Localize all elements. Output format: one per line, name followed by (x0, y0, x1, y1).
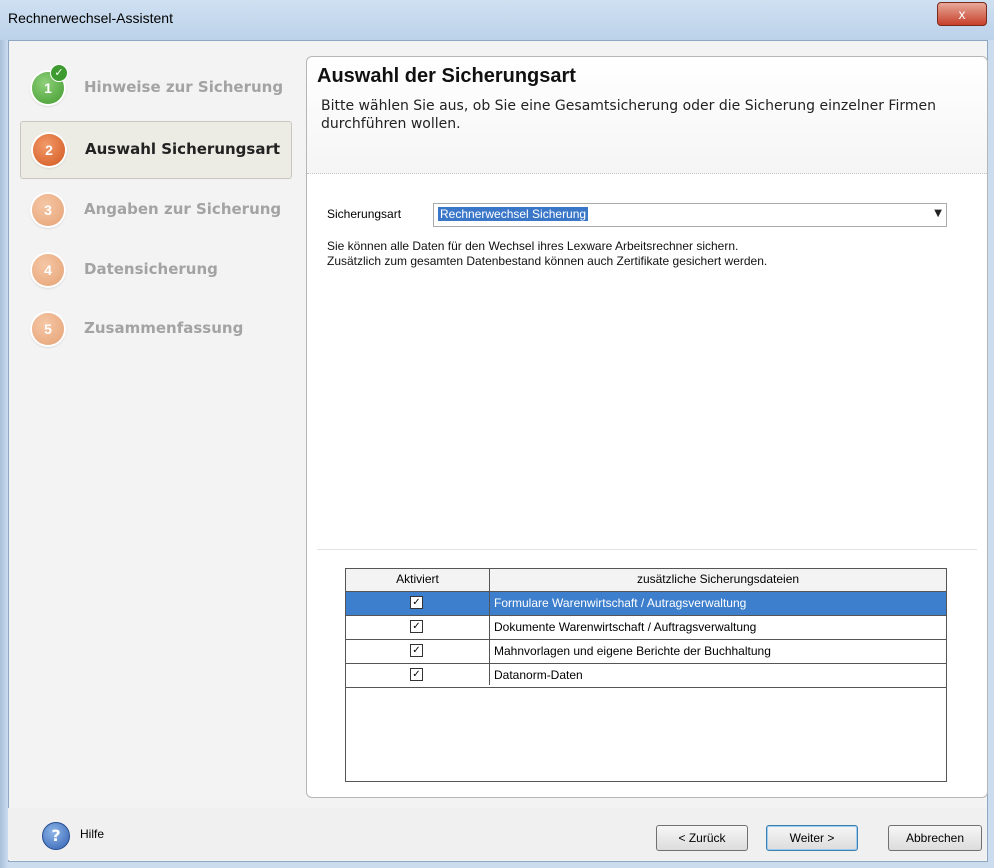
step-badge: 5 (32, 313, 64, 345)
check-icon: ✓ (50, 64, 68, 82)
row-label: Dokumente Warenwirtschaft / Auftragsverw… (494, 620, 757, 634)
step-zusammenfassung[interactable]: 5 Zusammenfassung (20, 301, 290, 357)
info-line-1: Sie können alle Daten für den Wechsel ih… (327, 239, 739, 253)
table-row[interactable]: ✓ Datanorm-Daten (346, 664, 946, 688)
content-panel: Auswahl der Sicherungsart Bitte wählen S… (306, 56, 988, 798)
step-angaben[interactable]: 3 Angaben zur Sicherung (20, 182, 290, 238)
row-checkbox[interactable]: ✓ (410, 668, 423, 681)
step-label: Zusammenfassung (84, 319, 244, 337)
step-datensicherung[interactable]: 4 Datensicherung (20, 242, 290, 298)
page-description: Bitte wählen Sie aus, ob Sie eine Gesamt… (321, 98, 936, 132)
divider (317, 549, 977, 550)
step-badge: 4 (32, 254, 64, 286)
next-button[interactable]: Weiter > (766, 825, 858, 851)
wizard-window: Rechnerwechsel-Assistent x 1 ✓ Hinweise … (0, 0, 994, 868)
table-row[interactable]: ✓ Dokumente Warenwirtschaft / Auftragsve… (346, 616, 946, 640)
close-button[interactable]: x (937, 2, 987, 26)
info-line-2: Zusätzlich zum gesamten Datenbestand kön… (327, 254, 768, 268)
window-frame-edge (0, 40, 8, 868)
column-header-aktiviert[interactable]: Aktiviert (346, 572, 489, 586)
step-badge: 2 (33, 134, 65, 166)
dropdown-selected-value: Rechnerwechsel Sicherung (438, 207, 589, 221)
info-text: Sie können alle Daten für den Wechsel ih… (327, 239, 967, 269)
row-label: Mahnvorlagen und eigene Berichte der Buc… (494, 644, 771, 658)
panel-header: Auswahl der Sicherungsart Bitte wählen S… (307, 57, 987, 174)
step-auswahl[interactable]: 2 Auswahl Sicherungsart (20, 121, 292, 179)
row-checkbox[interactable]: ✓ (410, 596, 423, 609)
sicherungsart-label: Sicherungsart (327, 207, 402, 221)
row-checkbox[interactable]: ✓ (410, 644, 423, 657)
wizard-footer: ? Hilfe < Zurück Weiter > Abbrechen (8, 808, 986, 860)
step-hinweise[interactable]: 1 ✓ Hinweise zur Sicherung (20, 60, 290, 116)
step-label: Hinweise zur Sicherung (84, 78, 284, 96)
help-link[interactable]: Hilfe (80, 827, 104, 841)
close-icon: x (958, 6, 966, 22)
table-header: Aktiviert zusätzliche Sicherungsdateien (346, 569, 946, 592)
back-button[interactable]: < Zurück (656, 825, 748, 851)
window-title: Rechnerwechsel-Assistent (8, 10, 173, 26)
row-label: Datanorm-Daten (494, 668, 583, 682)
column-header-dateien[interactable]: zusätzliche Sicherungsdateien (490, 572, 946, 586)
table-row[interactable]: ✓ Mahnvorlagen und eigene Berichte der B… (346, 640, 946, 664)
row-checkbox[interactable]: ✓ (410, 620, 423, 633)
cancel-button[interactable]: Abbrechen (888, 825, 982, 851)
step-label: Auswahl Sicherungsart (85, 140, 281, 158)
sicherungsart-dropdown[interactable]: Rechnerwechsel Sicherung ▼ (433, 203, 947, 227)
backup-files-table[interactable]: Aktiviert zusätzliche Sicherungsdateien … (345, 568, 947, 782)
table-row[interactable]: ✓ Formulare Warenwirtschaft / Autragsver… (346, 592, 946, 616)
step-badge: 3 (32, 194, 64, 226)
page-title: Auswahl der Sicherungsart (317, 65, 576, 87)
help-icon[interactable]: ? (42, 822, 70, 850)
step-label: Angaben zur Sicherung (84, 200, 282, 218)
chevron-down-icon[interactable]: ▼ (934, 208, 942, 219)
column-divider (489, 569, 490, 685)
title-bar[interactable]: Rechnerwechsel-Assistent x (0, 0, 994, 40)
row-label: Formulare Warenwirtschaft / Autragsverwa… (494, 596, 747, 610)
step-label: Datensicherung (84, 260, 218, 278)
